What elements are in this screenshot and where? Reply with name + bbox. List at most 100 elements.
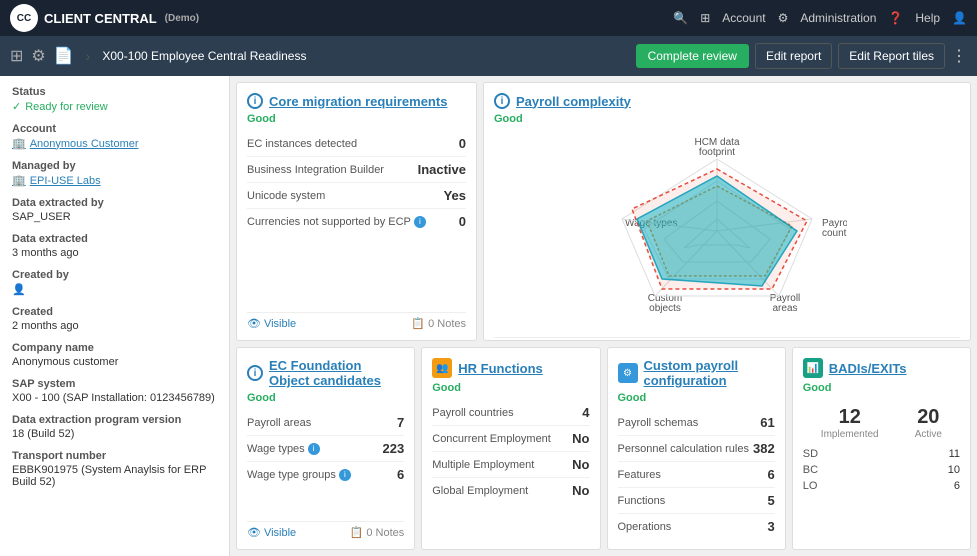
status-value: ✓ Ready for review bbox=[12, 100, 217, 113]
visible-button[interactable]: 👁 Visible bbox=[247, 317, 296, 330]
row-value: 0 bbox=[459, 214, 466, 229]
document-icon[interactable]: 📄 bbox=[54, 46, 74, 66]
table-row: Payroll countries 4 bbox=[432, 400, 589, 426]
row-label: SD bbox=[803, 448, 818, 460]
svg-text:areas: areas bbox=[772, 303, 797, 314]
table-row: Wage type groups i 6 bbox=[247, 462, 404, 487]
custom-payroll-status: Good bbox=[618, 392, 775, 404]
custom-payroll-title[interactable]: Custom payroll configuration bbox=[644, 358, 775, 388]
visible-button[interactable]: 👁 Visible bbox=[247, 526, 296, 539]
sidebar-created-section: Created 2 months ago bbox=[12, 306, 217, 332]
row-label: LO bbox=[803, 480, 818, 492]
row-label: EC instances detected bbox=[247, 138, 357, 150]
row-value: 223 bbox=[383, 441, 405, 456]
row-value: 7 bbox=[397, 415, 404, 430]
help-icon[interactable]: ❓ bbox=[888, 11, 903, 25]
edit-report-button[interactable]: Edit report bbox=[755, 43, 832, 69]
table-row: Functions 5 bbox=[618, 488, 775, 514]
more-options-icon[interactable]: ⋮ bbox=[951, 46, 967, 66]
status-label: Status bbox=[12, 86, 217, 98]
account-link[interactable]: 🏢 Anonymous Customer bbox=[12, 137, 217, 150]
demo-badge: (Demo) bbox=[165, 13, 199, 24]
gear-icon[interactable]: ⚙ bbox=[778, 11, 789, 25]
extracted-by-label: Data extracted by bbox=[12, 197, 217, 209]
row-value: 382 bbox=[753, 441, 775, 456]
table-row: Payroll schemas 61 bbox=[618, 410, 775, 436]
tooltip-icon[interactable]: i bbox=[339, 469, 351, 481]
radar-chart: HCM data footprint Payroll countries Pay… bbox=[607, 131, 847, 331]
custom-payroll-table: Payroll schemas 61 Personnel calculation… bbox=[618, 410, 775, 539]
ec-foundation-info-icon[interactable]: i bbox=[247, 365, 263, 381]
hr-functions-header: 👥 HR Functions bbox=[432, 358, 589, 378]
sidebar-status-section: Status ✓ Ready for review bbox=[12, 86, 217, 113]
payroll-complexity-info-icon[interactable]: i bbox=[494, 93, 510, 109]
active-number: 20 bbox=[915, 406, 942, 429]
sidebar-account-section: Account 🏢 Anonymous Customer bbox=[12, 123, 217, 150]
row-value: No bbox=[572, 457, 589, 472]
administration-link[interactable]: Administration bbox=[800, 11, 876, 25]
sap-value: X00 - 100 (SAP Installation: 0123456789) bbox=[12, 392, 217, 404]
custom-payroll-card: ⚙ Custom payroll configuration Good Payr… bbox=[607, 347, 786, 550]
ec-foundation-table: Payroll areas 7 Wage types i 223 Wage ty… bbox=[247, 410, 404, 515]
active-label: Active bbox=[915, 429, 942, 440]
note-icon: 📋 bbox=[411, 317, 425, 330]
payroll-complexity-status: Good bbox=[494, 113, 960, 125]
ec-foundation-title[interactable]: EC Foundation Object candidates bbox=[269, 358, 404, 388]
user-icon[interactable]: 👤 bbox=[952, 11, 967, 25]
account-link[interactable]: Account bbox=[722, 11, 765, 25]
tooltip-icon[interactable]: i bbox=[414, 216, 426, 228]
breadcrumb-item: X00-100 Employee Central Readiness bbox=[102, 49, 306, 63]
search-icon[interactable]: 🔍 bbox=[673, 11, 688, 25]
edit-report-tiles-button[interactable]: Edit Report tiles bbox=[838, 43, 945, 69]
row-label: Concurrent Employment bbox=[432, 433, 551, 445]
table-row: Unicode system Yes bbox=[247, 183, 466, 209]
ec-foundation-card: i EC Foundation Object candidates Good P… bbox=[236, 347, 415, 550]
table-row: Operations 3 bbox=[618, 514, 775, 539]
core-migration-title[interactable]: Core migration requirements bbox=[269, 94, 447, 109]
help-link[interactable]: Help bbox=[915, 11, 940, 25]
radar-chart-container: HCM data footprint Payroll countries Pay… bbox=[494, 131, 960, 331]
row-value: 3 bbox=[768, 519, 775, 534]
apps-icon[interactable]: ⊞ bbox=[10, 46, 23, 66]
created-label: Created bbox=[12, 306, 217, 318]
implemented-number: 12 bbox=[821, 406, 879, 429]
managed-label: Managed by bbox=[12, 160, 217, 172]
hr-functions-title[interactable]: HR Functions bbox=[458, 361, 543, 376]
row-value: 6 bbox=[397, 467, 404, 482]
managed-link[interactable]: 🏢 EPI-USE Labs bbox=[12, 174, 217, 187]
row-value: Yes bbox=[444, 188, 466, 203]
notes-button[interactable]: 📋 0 Notes bbox=[411, 317, 466, 330]
row-value: 0 bbox=[459, 136, 466, 151]
sidebar: Status ✓ Ready for review Account 🏢 Anon… bbox=[0, 76, 230, 556]
badis-status: Good bbox=[803, 382, 960, 394]
sap-label: SAP system bbox=[12, 378, 217, 390]
core-migration-info-icon[interactable]: i bbox=[247, 93, 263, 109]
custom-icon: ⚙ bbox=[618, 363, 638, 383]
main-layout: Status ✓ Ready for review Account 🏢 Anon… bbox=[0, 76, 977, 556]
row-label: Business Integration Builder bbox=[247, 164, 384, 176]
svg-text:countries: countries bbox=[822, 228, 847, 239]
row-value: No bbox=[572, 483, 589, 498]
implemented-label: Implemented bbox=[821, 429, 879, 440]
grid-icon[interactable]: ⊞ bbox=[700, 11, 710, 25]
hr-functions-status: Good bbox=[432, 382, 589, 394]
notes-button[interactable]: 📋 0 Notes bbox=[350, 526, 405, 539]
row-label: Unicode system bbox=[247, 190, 325, 202]
settings-icon[interactable]: ⚙ bbox=[31, 46, 45, 66]
row-label: Multiple Employment bbox=[432, 459, 534, 471]
table-row: Wage types i 223 bbox=[247, 436, 404, 462]
table-row: SD 11 bbox=[803, 446, 960, 462]
table-row: LO 6 bbox=[803, 478, 960, 494]
data-extracted-value: 3 months ago bbox=[12, 247, 217, 259]
transport-value: EBBK901975 (System Anaylsis for ERP Buil… bbox=[12, 464, 217, 488]
table-row: BC 10 bbox=[803, 462, 960, 478]
tooltip-icon[interactable]: i bbox=[308, 443, 320, 455]
complete-review-button[interactable]: Complete review bbox=[636, 44, 749, 68]
sidebar-version-section: Data extraction program version 18 (Buil… bbox=[12, 414, 217, 440]
payroll-complexity-title[interactable]: Payroll complexity bbox=[516, 94, 631, 109]
row-label: Payroll areas bbox=[247, 417, 311, 429]
row-label: BC bbox=[803, 464, 818, 476]
badis-title[interactable]: BADIs/EXITs bbox=[829, 361, 907, 376]
row-label: Wage type groups i bbox=[247, 469, 351, 481]
row-label: Operations bbox=[618, 521, 672, 533]
